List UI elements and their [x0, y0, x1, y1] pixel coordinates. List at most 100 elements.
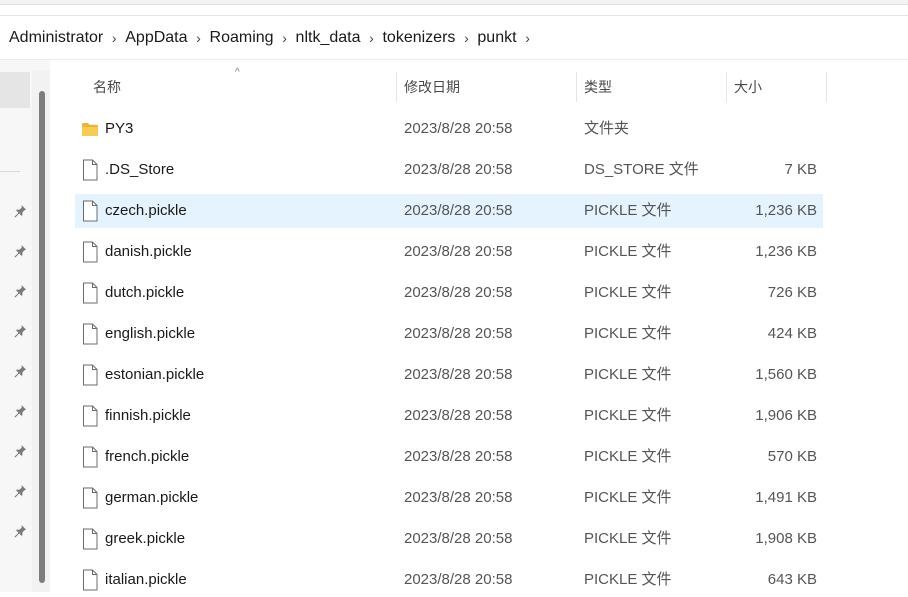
nav-divider	[0, 171, 20, 172]
file-icon	[81, 200, 99, 222]
pin-icon[interactable]	[12, 283, 28, 299]
file-type: PICKLE 文件	[584, 284, 672, 301]
file-row[interactable]: german.pickle 2023/8/28 20:58 PICKLE 文件 1,4…	[75, 481, 823, 515]
file-icon	[81, 323, 99, 345]
file-type: DS_STORE 文件	[584, 161, 699, 178]
file-name: dutch.pickle	[105, 284, 185, 301]
file-row[interactable]: english.pickle 2023/8/28 20:58 PICKLE 文件 42…	[75, 317, 823, 351]
file-date-modified: 2023/8/28 20:58	[404, 407, 513, 424]
file-date-modified: 2023/8/28 20:58	[404, 243, 513, 260]
file-icon	[81, 405, 99, 427]
pin-icon[interactable]	[12, 523, 28, 539]
file-icon	[81, 446, 99, 468]
breadcrumb-item-nltk-data[interactable]: nltk_data	[294, 29, 363, 47]
file-type: PICKLE 文件	[584, 325, 672, 342]
file-name: finnish.pickle	[105, 407, 191, 424]
file-type: PICKLE 文件	[584, 530, 672, 547]
file-size: 570 KB	[767, 448, 817, 465]
file-name: danish.pickle	[105, 243, 192, 260]
file-row[interactable]: finnish.pickle 2023/8/28 20:58 PICKLE 文件 1,…	[75, 399, 823, 433]
file-type: PICKLE 文件	[584, 243, 672, 260]
file-row[interactable]: estonian.pickle 2023/8/28 20:58 PICKLE 文件 1…	[75, 358, 823, 392]
column-header-date-label: 修改日期	[404, 79, 460, 95]
pin-icon[interactable]	[12, 203, 28, 219]
breadcrumb: Administrator › AppData › Roaming › nltk…	[0, 16, 908, 60]
folder-icon	[81, 118, 99, 140]
file-size: 1,236 KB	[755, 202, 817, 219]
column-header-size-label: 大小	[734, 79, 762, 95]
pin-icon[interactable]	[12, 443, 28, 459]
file-size: 1,906 KB	[755, 407, 817, 424]
file-date-modified: 2023/8/28 20:58	[404, 448, 513, 465]
breadcrumb-item-tokenizers[interactable]: tokenizers	[380, 29, 457, 47]
file-type: PICKLE 文件	[584, 448, 672, 465]
file-date-modified: 2023/8/28 20:58	[404, 284, 513, 301]
chevron-right-icon[interactable]: ›	[362, 30, 380, 46]
file-size: 1,236 KB	[755, 243, 817, 260]
file-date-modified: 2023/8/28 20:58	[404, 120, 513, 137]
file-row[interactable]: PY3 2023/8/28 20:58 文件夹	[75, 112, 823, 146]
file-date-modified: 2023/8/28 20:58	[404, 161, 513, 178]
file-icon	[81, 282, 99, 304]
column-header-size[interactable]: 大小	[726, 70, 826, 104]
breadcrumb-item-appdata[interactable]: AppData	[123, 29, 189, 47]
top-divider	[0, 0, 908, 5]
pin-icon[interactable]	[12, 483, 28, 499]
file-row[interactable]: czech.pickle 2023/8/28 20:58 PICKLE 文件 1,23…	[75, 194, 823, 228]
file-icon	[81, 364, 99, 386]
file-name: german.pickle	[105, 489, 199, 506]
chevron-right-icon[interactable]: ›	[276, 30, 294, 46]
column-divider[interactable]	[826, 72, 827, 102]
file-name: french.pickle	[105, 448, 190, 465]
file-row[interactable]: .DS_Store 2023/8/28 20:58 DS_STORE 文件 7 KB	[75, 153, 823, 187]
breadcrumb-item-punkt[interactable]: punkt	[475, 29, 518, 47]
file-name: english.pickle	[105, 325, 196, 342]
scrollbar-thumb[interactable]	[39, 91, 45, 583]
breadcrumb-item-roaming[interactable]: Roaming	[208, 29, 276, 47]
chevron-right-icon[interactable]: ›	[519, 30, 537, 46]
file-size: 1,560 KB	[755, 366, 817, 383]
chevron-right-icon[interactable]: ›	[105, 30, 123, 46]
file-date-modified: 2023/8/28 20:58	[404, 366, 513, 383]
file-date-modified: 2023/8/28 20:58	[404, 325, 513, 342]
file-row[interactable]: dutch.pickle 2023/8/28 20:58 PICKLE 文件 726 …	[75, 276, 823, 310]
file-icon	[81, 159, 99, 181]
file-name: .DS_Store	[105, 161, 175, 178]
file-size: 424 KB	[767, 325, 817, 342]
pin-icon[interactable]	[12, 363, 28, 379]
file-size: 726 KB	[767, 284, 817, 301]
file-type: 文件夹	[584, 120, 630, 137]
window-top-strip	[0, 0, 908, 16]
pin-icon[interactable]	[12, 323, 28, 339]
file-row[interactable]: greek.pickle 2023/8/28 20:58 PICKLE 文件 1,90…	[75, 522, 823, 556]
pin-icon[interactable]	[12, 243, 28, 259]
nav-selected-item[interactable]	[0, 72, 30, 108]
chevron-right-icon[interactable]: ›	[190, 30, 208, 46]
file-name: PY3	[105, 120, 134, 137]
column-header-type-label: 类型	[584, 79, 612, 95]
file-name: greek.pickle	[105, 530, 186, 547]
file-type: PICKLE 文件	[584, 407, 672, 424]
file-icon	[81, 569, 99, 591]
file-icon	[81, 528, 99, 550]
column-header-name[interactable]: 名称	[85, 70, 396, 104]
breadcrumb-item-administrator[interactable]: Administrator	[7, 29, 105, 47]
file-type: PICKLE 文件	[584, 366, 672, 383]
file-date-modified: 2023/8/28 20:58	[404, 202, 513, 219]
column-header-name-label: 名称	[93, 79, 121, 95]
file-row[interactable]: danish.pickle 2023/8/28 20:58 PICKLE 文件 1,2…	[75, 235, 823, 269]
file-type: PICKLE 文件	[584, 202, 672, 219]
file-icon	[81, 241, 99, 263]
file-size: 7 KB	[784, 161, 817, 178]
column-header: ^ 名称 修改日期 类型 大小	[75, 67, 827, 104]
file-type: PICKLE 文件	[584, 489, 672, 506]
file-size: 1,491 KB	[755, 489, 817, 506]
file-icon	[81, 487, 99, 509]
chevron-right-icon[interactable]: ›	[457, 30, 475, 46]
column-header-date[interactable]: 修改日期	[396, 70, 576, 104]
file-name: estonian.pickle	[105, 366, 205, 383]
file-row[interactable]: french.pickle 2023/8/28 20:58 PICKLE 文件 570…	[75, 440, 823, 474]
file-name: czech.pickle	[105, 202, 187, 219]
pin-icon[interactable]	[12, 403, 28, 419]
column-header-type[interactable]: 类型	[576, 70, 726, 104]
